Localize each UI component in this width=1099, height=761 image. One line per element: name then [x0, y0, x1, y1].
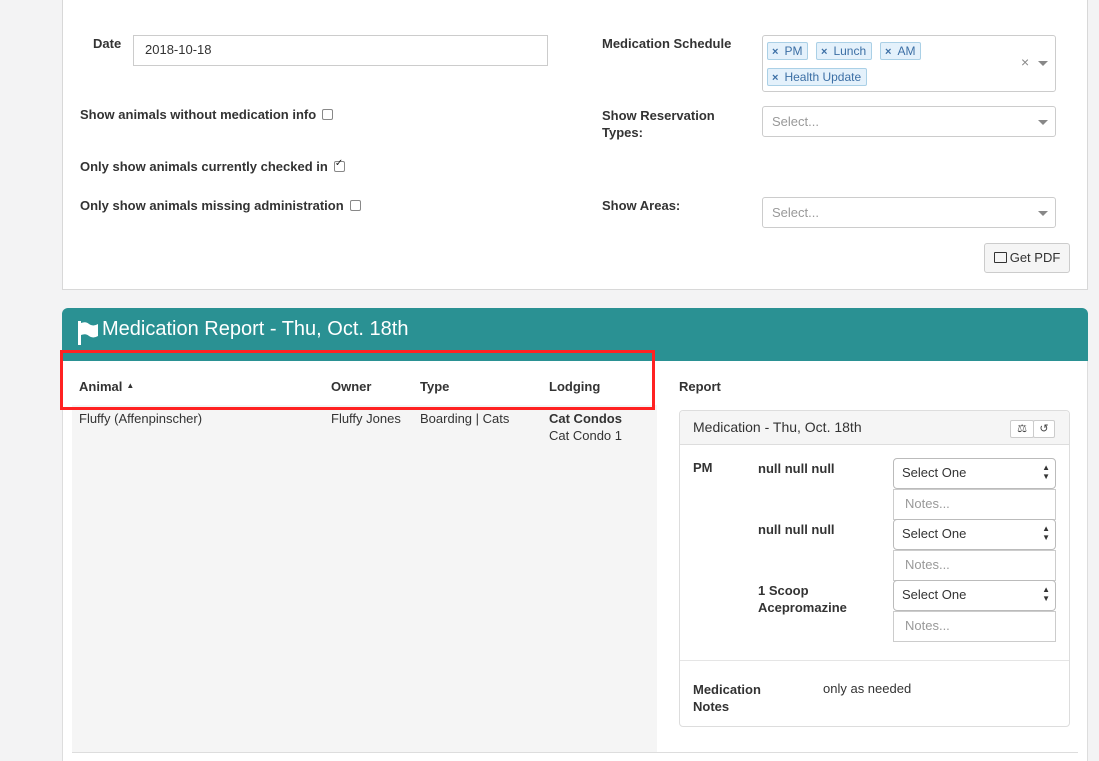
- notes-input[interactable]: Notes...: [893, 611, 1056, 642]
- get-pdf-button[interactable]: Get PDF: [984, 243, 1070, 273]
- animal-cell: Fluffy (Affenpinscher): [79, 411, 203, 426]
- updown-icon: ▲ ▼: [1042, 463, 1050, 481]
- schedule-label: PM: [693, 460, 713, 475]
- reservation-types-select[interactable]: Select...: [762, 106, 1056, 137]
- highlight-box: [60, 350, 655, 410]
- areas-select[interactable]: Select...: [762, 197, 1056, 228]
- show-without-med-label: Show animals without medication info: [80, 107, 317, 122]
- show-without-med-row: Show animals without medication info: [80, 107, 334, 122]
- medication-name: null null null: [758, 522, 835, 537]
- tag-remove-icon[interactable]: ×: [885, 46, 891, 58]
- table-row: [72, 405, 657, 753]
- medication-name: 1 Scoop Acepromazine: [758, 583, 847, 615]
- administration-select[interactable]: Select One ▲ ▼: [893, 580, 1056, 611]
- areas-label: Show Areas:: [602, 198, 681, 213]
- medication-panel-title: Medication - Thu, Oct. 18th: [693, 419, 862, 435]
- type-cell: Boarding | Cats: [420, 411, 510, 426]
- owner-cell: Fluffy Jones: [331, 411, 401, 426]
- medication-notes-value: only as needed: [823, 681, 912, 696]
- notes-input[interactable]: Notes...: [893, 489, 1056, 520]
- history-icon[interactable]: ↺: [1033, 420, 1055, 438]
- updown-icon: ▲ ▼: [1042, 524, 1050, 542]
- schedule-tag[interactable]: × AM: [880, 42, 922, 60]
- only-missing-admin-checkbox[interactable]: [349, 200, 361, 212]
- updown-icon: ▲ ▼: [1042, 585, 1050, 603]
- column-header-report[interactable]: Report: [679, 379, 721, 394]
- clear-icon[interactable]: ×: [1021, 54, 1029, 70]
- scale-icon[interactable]: ⚖: [1010, 420, 1034, 438]
- tag-remove-icon[interactable]: ×: [821, 46, 827, 58]
- schedule-tag[interactable]: × Lunch: [816, 42, 873, 60]
- chevron-down-icon[interactable]: [1038, 211, 1048, 216]
- administration-select[interactable]: Select One ▲ ▼: [893, 519, 1056, 550]
- notes-input[interactable]: Notes...: [893, 550, 1056, 581]
- med-schedule-label: Medication Schedule: [602, 36, 732, 51]
- medication-notes-label: Medication Notes: [693, 682, 761, 714]
- show-without-med-checkbox[interactable]: [322, 109, 334, 121]
- only-checked-in-label: Only show animals currently checked in: [80, 159, 328, 174]
- med-schedule-multiselect[interactable]: × PM × Lunch × AM × Health Update ×: [762, 35, 1056, 92]
- medication-name: null null null: [758, 461, 835, 476]
- tag-remove-icon[interactable]: ×: [772, 72, 778, 84]
- only-checked-in-row: Only show animals currently checked in: [80, 158, 345, 174]
- schedule-tag[interactable]: × Health Update: [767, 68, 868, 86]
- date-label: Date: [93, 36, 122, 51]
- only-missing-admin-label: Only show animals missing administration: [80, 198, 344, 213]
- date-input[interactable]: 2018-10-18: [133, 35, 548, 66]
- lodging-unit-cell: Cat Condo 1: [549, 428, 622, 443]
- printer-icon: [993, 252, 1007, 264]
- lodging-name-cell: Cat Condos: [549, 411, 622, 426]
- tag-remove-icon[interactable]: ×: [772, 46, 778, 58]
- chevron-down-icon[interactable]: [1038, 120, 1048, 125]
- only-checked-in-checkbox[interactable]: [333, 158, 345, 173]
- reservation-types-label: Show Reservation Types:: [602, 108, 715, 140]
- flag-icon: [78, 321, 98, 345]
- divider: [72, 752, 1078, 753]
- schedule-tag[interactable]: × PM: [767, 42, 809, 60]
- divider: [680, 660, 1069, 661]
- administration-select[interactable]: Select One ▲ ▼: [893, 458, 1056, 489]
- chevron-down-icon[interactable]: [1038, 61, 1048, 66]
- report-title: Medication Report - Thu, Oct. 18th: [102, 318, 409, 340]
- only-missing-admin-row: Only show animals missing administration: [80, 198, 361, 213]
